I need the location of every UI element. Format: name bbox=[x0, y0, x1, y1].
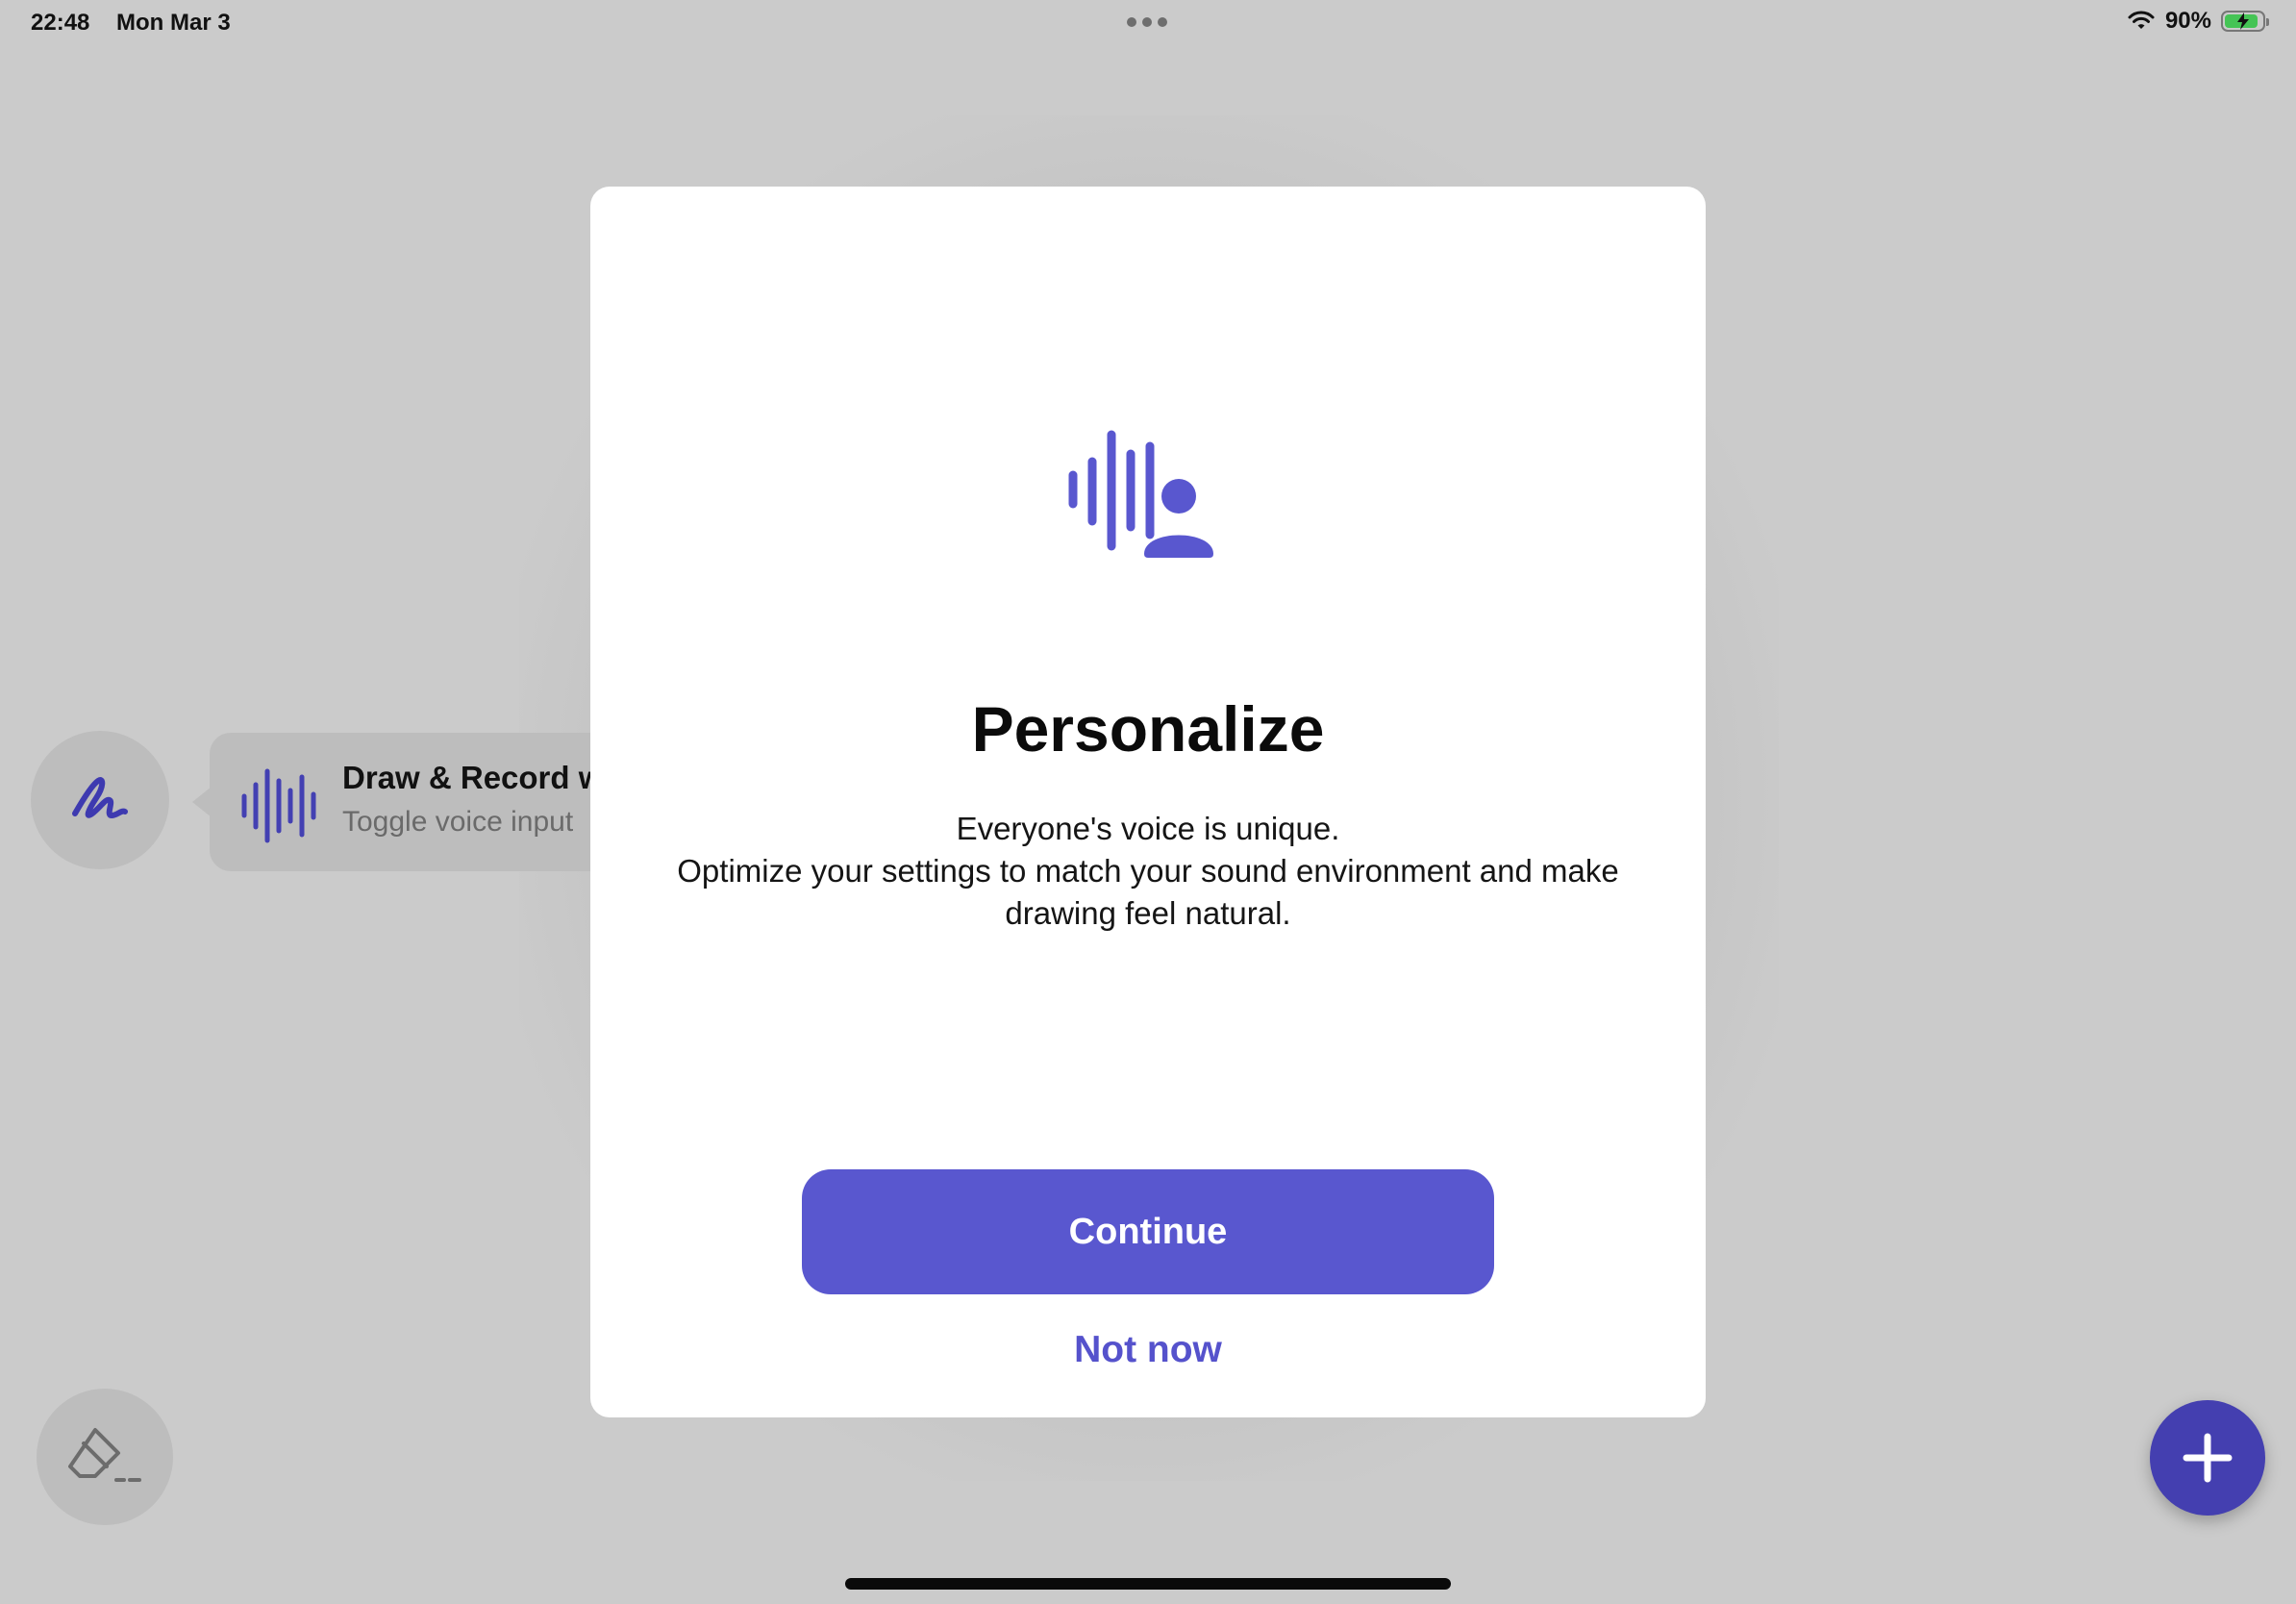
add-button[interactable] bbox=[2150, 1400, 2265, 1516]
status-indicators: 90% bbox=[2127, 8, 2269, 35]
eraser-button[interactable] bbox=[37, 1389, 173, 1525]
battery-percent: 90% bbox=[2164, 8, 2211, 34]
dialog-description: Everyone's voice is unique. Optimize you… bbox=[667, 808, 1629, 935]
draw-record-hint[interactable]: Draw & Record w Toggle voice input bbox=[210, 733, 613, 871]
hint-pill-pointer bbox=[192, 787, 212, 817]
scribble-icon bbox=[72, 777, 128, 818]
waveform-icon bbox=[241, 768, 316, 843]
battery-icon bbox=[2221, 11, 2269, 32]
eraser-icon bbox=[68, 1428, 141, 1482]
hint-title: Draw & Record w bbox=[342, 760, 604, 795]
home-indicator[interactable] bbox=[845, 1578, 1451, 1590]
dialog-description-line2: Optimize your settings to match your sou… bbox=[677, 853, 1619, 931]
status-time: 22:48 bbox=[31, 10, 90, 36]
wifi-icon bbox=[2128, 11, 2155, 29]
hint-subtitle: Toggle voice input bbox=[342, 806, 574, 838]
status-bar: 22:48 Mon Mar 3 90% bbox=[0, 0, 2296, 46]
multitasking-dots-icon[interactable] bbox=[1127, 17, 1167, 27]
status-date: Mon Mar 3 bbox=[116, 10, 231, 36]
charging-bolt-icon bbox=[2237, 13, 2249, 30]
dialog-description-line1: Everyone's voice is unique. bbox=[956, 811, 1340, 846]
personalize-dialog: Personalize Everyone's voice is unique. … bbox=[590, 187, 1706, 1417]
voice-profile-icon bbox=[1068, 430, 1213, 558]
plus-icon bbox=[2183, 1433, 2233, 1483]
draw-mode-button[interactable] bbox=[31, 731, 169, 869]
not-now-button[interactable]: Not now bbox=[956, 1321, 1340, 1379]
continue-button[interactable]: Continue bbox=[802, 1169, 1494, 1294]
dialog-title: Personalize bbox=[971, 693, 1325, 764]
